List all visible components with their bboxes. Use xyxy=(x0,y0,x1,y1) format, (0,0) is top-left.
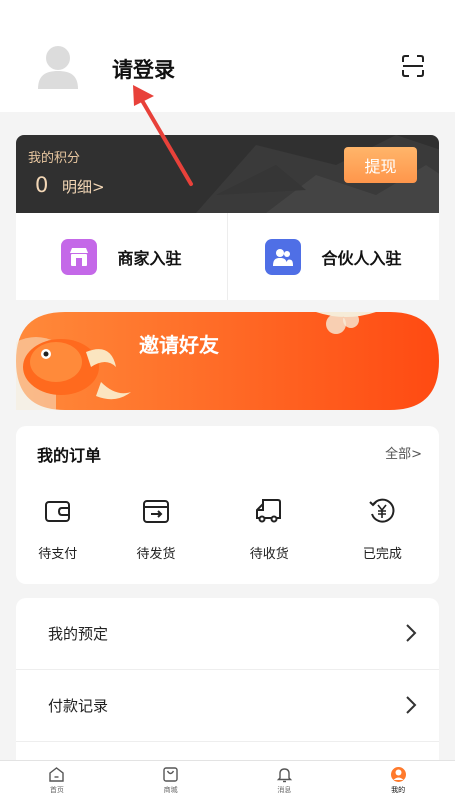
order-pending-payment[interactable]: 待支付 xyxy=(16,496,99,562)
ship-out-icon xyxy=(143,500,169,523)
menu-item-label: 我的预定 xyxy=(48,625,109,643)
yen-refresh-icon xyxy=(369,498,395,523)
points-value: 0 xyxy=(35,173,49,197)
nav-label: 商城 xyxy=(163,786,178,794)
invite-friends-label: 邀请好友 xyxy=(139,333,219,357)
user-icon xyxy=(390,767,406,782)
withdraw-button[interactable]: 提现 xyxy=(344,147,417,183)
merchant-join-label: 商家入驻 xyxy=(117,248,182,268)
points-title: 我的积分 xyxy=(28,151,81,166)
points-detail-link[interactable]: 明细> xyxy=(62,176,105,197)
order-pending-shipment[interactable]: 待发货 xyxy=(99,496,212,562)
shop-bag-icon xyxy=(163,767,178,782)
chevron-right-icon xyxy=(406,624,417,642)
orders-all-link[interactable]: 全部> xyxy=(385,443,422,462)
partner-join-button[interactable]: 合伙人入驻 xyxy=(227,213,439,300)
nav-mine[interactable]: 我的 xyxy=(341,761,455,796)
chevron-right-icon xyxy=(406,696,417,714)
home-icon xyxy=(49,767,65,782)
partner-join-label: 合伙人入驻 xyxy=(321,248,402,268)
nav-messages[interactable]: 消息 xyxy=(228,761,342,796)
wallet-icon xyxy=(44,501,70,522)
nav-label: 消息 xyxy=(277,786,292,794)
order-completed[interactable]: 已完成 xyxy=(326,496,439,562)
orders-title: 我的订单 xyxy=(37,446,102,465)
nav-home[interactable]: 首页 xyxy=(0,761,114,796)
menu-list: 我的预定 付款记录 xyxy=(16,598,439,768)
bell-icon xyxy=(276,768,293,783)
bottom-nav: 首页 商城 消息 我的 xyxy=(0,760,455,796)
order-item-label: 待支付 xyxy=(38,547,78,562)
order-item-label: 待收货 xyxy=(249,547,289,562)
order-pending-receipt[interactable]: 待收货 xyxy=(213,496,326,562)
orders-panel: 我的订单 全部> 待支付 待发货 待收货 已完成 xyxy=(16,426,439,584)
invite-banner-art xyxy=(16,312,439,410)
menu-item-label: 付款记录 xyxy=(48,697,109,715)
truck-icon xyxy=(256,499,282,523)
menu-item-reservations[interactable]: 我的预定 xyxy=(16,598,439,670)
merchant-join-button[interactable]: 商家入驻 xyxy=(16,213,227,300)
invite-friends-banner[interactable]: 邀请好友 xyxy=(16,312,439,410)
nav-label: 首页 xyxy=(49,786,64,794)
nav-shop[interactable]: 商城 xyxy=(114,761,228,796)
nav-label: 我的 xyxy=(391,786,406,794)
partners-icon xyxy=(265,238,302,275)
profile-header: 请登录 xyxy=(0,0,455,112)
login-link[interactable]: 请登录 xyxy=(112,54,175,84)
avatar-icon[interactable] xyxy=(38,45,78,89)
join-row: 商家入驻 合伙人入驻 xyxy=(16,213,439,300)
points-card: 我的积分 0 明细> 提现 xyxy=(16,135,439,213)
scan-icon[interactable] xyxy=(402,55,424,77)
menu-item-payment-records[interactable]: 付款记录 xyxy=(16,670,439,742)
store-icon xyxy=(61,238,98,275)
order-item-label: 已完成 xyxy=(362,547,402,562)
order-item-label: 待发货 xyxy=(136,547,176,562)
